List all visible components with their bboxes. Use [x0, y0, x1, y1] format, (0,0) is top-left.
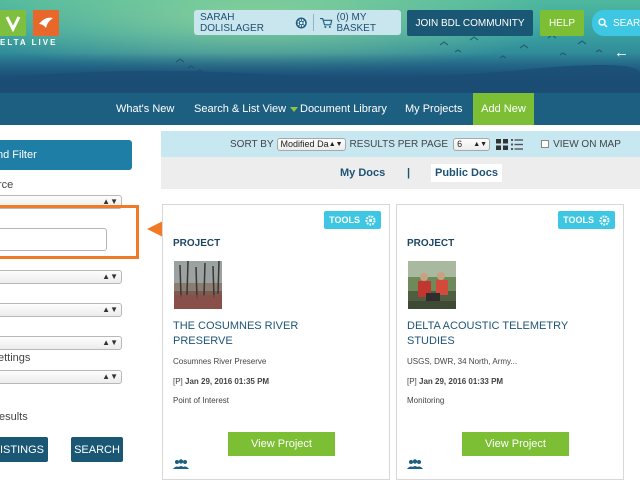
filter-select-2[interactable]: ▲▼	[0, 303, 122, 317]
nav-item-whats-new[interactable]: What's New	[116, 93, 174, 125]
results-per-page-label: RESULTS PER PAGE	[349, 138, 449, 150]
docs-toggle-bar: My Docs | Public Docs	[161, 157, 640, 189]
user-account-bar: SARAH DOLISLAGER (0) MY BASKET	[194, 10, 401, 35]
card-type-label: PROJECT	[173, 238, 221, 249]
card-category: Monitoring	[407, 396, 445, 405]
nav-item-label: Search & List View	[194, 103, 287, 115]
view-on-map-label[interactable]: VIEW ON MAP	[553, 139, 621, 150]
field-researchers-image	[408, 261, 456, 309]
select-arrows-icon: ▲▼	[102, 197, 118, 206]
settings-select[interactable]: ▲▼	[0, 370, 122, 384]
join-community-button[interactable]: JOIN BDL COMMUNITY	[407, 10, 533, 36]
card-date-prefix: [P]	[407, 377, 417, 386]
gear-icon	[365, 214, 376, 226]
filter-search-button[interactable]: SEARCH	[71, 437, 123, 462]
select-arrows-icon: ▲▼	[473, 140, 488, 148]
logo-text: ELTA LIVE	[0, 38, 58, 47]
group-icon	[173, 459, 189, 469]
gear-icon[interactable]	[295, 16, 308, 30]
chevron-down-icon	[290, 106, 299, 112]
tools-label: TOOLS	[563, 215, 594, 225]
search-and-filter-tab[interactable]: nd Filter	[0, 140, 132, 170]
nav-item-my-projects[interactable]: My Projects	[405, 93, 462, 125]
card-title[interactable]: THE COSUMNES RIVER PRESERVE	[173, 319, 343, 349]
sort-by-select[interactable]: Modified Da ▲▼	[276, 137, 346, 151]
sort-toolbar: SORT BY Modified Da ▲▼ RESULTS PER PAGE …	[161, 131, 640, 157]
logo-mark-green[interactable]	[0, 10, 26, 36]
back-arrow-icon[interactable]: ←	[614, 44, 629, 61]
tab-my-docs[interactable]: My Docs	[340, 167, 385, 179]
card-date-value: Jan 29, 2016 01:33 PM	[419, 377, 504, 386]
tools-button[interactable]: TOOLS	[324, 211, 381, 229]
tab-public-docs[interactable]: Public Docs	[431, 164, 502, 182]
docs-separator: |	[407, 167, 411, 179]
nav-add-new-button[interactable]: Add New	[473, 93, 534, 125]
select-arrows-icon: ▲▼	[102, 372, 118, 381]
filter-tab-label: nd Filter	[0, 149, 37, 161]
card-subtitle: Cosumnes River Preserve	[173, 357, 267, 366]
search-icon	[598, 18, 608, 28]
select-arrows-icon: ▲▼	[102, 272, 118, 281]
card-type-label: PROJECT	[407, 238, 455, 249]
select-arrows-icon: ▲▼	[102, 338, 118, 347]
card-date-value: Jan 29, 2016 01:35 PM	[185, 377, 270, 386]
card-date-prefix: [P]	[173, 377, 183, 386]
select-arrows-icon: ▲▼	[328, 140, 343, 148]
filter-select-3[interactable]: ▲▼	[0, 336, 122, 350]
list-view-icon[interactable]	[511, 138, 524, 150]
sort-by-label: SORT BY	[230, 138, 274, 150]
results-label: esults	[0, 411, 28, 423]
main-nav: What's New Search & List View Document L…	[0, 93, 640, 125]
card-subtitle: USGS, DWR, 34 North, Army...	[407, 357, 518, 366]
divider	[313, 14, 314, 31]
grid-view-icon[interactable]	[496, 138, 509, 150]
top-search-button[interactable]: SEAR	[592, 10, 640, 36]
flooded-forest-image	[174, 261, 222, 309]
sort-by-value: Modified Da	[280, 138, 329, 149]
basket-link[interactable]: (0) MY BASKET	[337, 12, 402, 34]
nav-item-search-list-view[interactable]: Search & List View	[194, 93, 299, 125]
view-on-map-checkbox[interactable]	[541, 140, 550, 148]
view-project-button[interactable]: View Project	[462, 432, 569, 456]
card-title[interactable]: DELTA ACOUSTIC TELEMETRY STUDIES	[407, 319, 577, 349]
nav-item-document-library[interactable]: Document Library	[300, 93, 387, 125]
logo-mark-orange[interactable]	[33, 10, 59, 36]
results-per-page-value: 6	[457, 138, 463, 149]
project-card: TOOLS PROJECT THE COSUMNES RIVER PRESERV…	[162, 204, 390, 480]
card-date: [P] Jan 29, 2016 01:33 PM	[407, 377, 503, 386]
tools-button[interactable]: TOOLS	[558, 211, 615, 229]
card-category: Point of Interest	[173, 396, 230, 405]
group-icon	[407, 459, 423, 469]
keyword-input[interactable]	[0, 228, 107, 251]
settings-label: ettings	[0, 352, 31, 364]
cart-icon[interactable]	[319, 17, 333, 29]
card-date: [P] Jan 29, 2016 01:35 PM	[173, 377, 269, 386]
project-thumbnail[interactable]	[408, 261, 456, 309]
source-select[interactable]: ▲▼	[0, 195, 122, 209]
project-card: TOOLS PROJECT DELTA ACOUSTIC TELEMETRY S…	[396, 204, 624, 480]
help-button[interactable]: HELP	[540, 10, 584, 36]
filter-select-1[interactable]: ▲▼	[0, 270, 122, 284]
source-label: rce	[0, 179, 14, 191]
listings-button[interactable]: ISTINGS	[0, 437, 48, 462]
gear-icon	[599, 214, 610, 226]
user-name[interactable]: SARAH DOLISLAGER	[200, 12, 291, 34]
tools-label: TOOLS	[329, 215, 360, 225]
results-per-page-select[interactable]: 6 ▲▼	[453, 137, 491, 151]
view-project-button[interactable]: View Project	[228, 432, 335, 456]
select-arrows-icon: ▲▼	[102, 305, 118, 314]
header-banner: ELTA LIVE SARAH DOLISLAGER (0) MY BASKET…	[0, 0, 640, 93]
top-search-label: SEAR	[613, 17, 640, 29]
project-thumbnail[interactable]	[174, 261, 222, 309]
